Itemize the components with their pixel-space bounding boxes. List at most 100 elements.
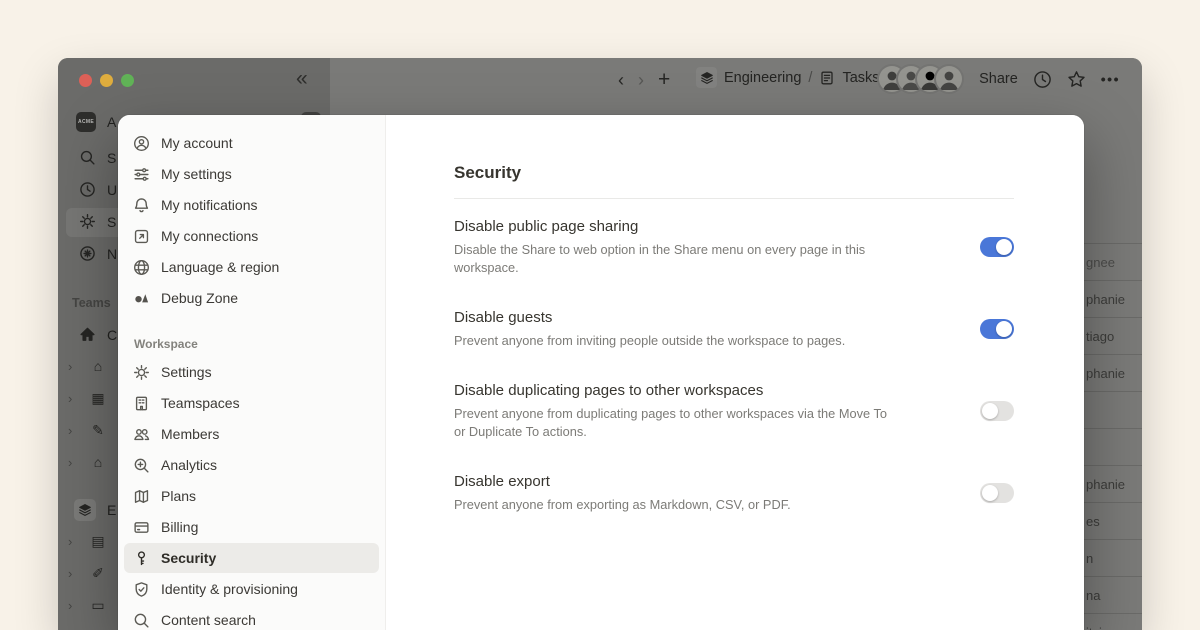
grid-page-icon: ▦ — [89, 390, 107, 407]
settings-item-label: My account — [161, 135, 233, 151]
settings-item-label: Language & region — [161, 259, 279, 275]
breadcrumb-teamspace[interactable]: Engineering — [724, 70, 801, 86]
minimize-window-button[interactable] — [100, 74, 113, 87]
breadcrumb-page[interactable]: Tasks — [842, 70, 879, 86]
sidebar-item-search[interactable]: S — [79, 149, 116, 166]
breadcrumb: Engineering / Tasks — [696, 67, 880, 88]
sidebar-page-item[interactable]: › ⌂ — [68, 454, 107, 470]
settings-item-label: Content search — [161, 612, 256, 628]
table-cell[interactable]: tiago — [1084, 317, 1142, 354]
workspace-switcher[interactable]: ACME A — [76, 112, 116, 132]
sidebar-item-updates[interactable]: U — [79, 181, 117, 198]
building-icon — [133, 395, 150, 412]
settings-item-my-settings[interactable]: My settings — [124, 159, 379, 189]
shield-check-icon — [133, 581, 150, 598]
settings-item-plans[interactable]: Plans — [124, 481, 379, 511]
table-cell[interactable]: phanie — [1084, 465, 1142, 502]
sidebar-item-label: C — [107, 327, 117, 343]
sidebar-page-item[interactable]: › ▤ — [68, 533, 107, 550]
presence-avatars[interactable] — [879, 66, 962, 92]
setting-description: Prevent anyone from duplicating pages to… — [454, 405, 896, 441]
settings-item-debug-zone[interactable]: Debug Zone — [124, 283, 379, 313]
setting-row-disable-export: Disable export Prevent anyone from expor… — [454, 471, 1014, 514]
setting-title: Disable guests — [454, 307, 845, 329]
settings-item-my-connections[interactable]: My connections — [124, 221, 379, 251]
settings-item-identity-provisioning[interactable]: Identity & provisioning — [124, 574, 379, 604]
members-icon — [133, 426, 150, 443]
pencil-page-icon: ✎ — [89, 422, 107, 439]
table-cell[interactable]: phanie — [1084, 354, 1142, 391]
sidebar-page-item[interactable]: › ✐ — [68, 565, 107, 582]
setting-title: Disable duplicating pages to other works… — [454, 380, 896, 402]
settings-item-members[interactable]: Members — [124, 419, 379, 449]
topbar-actions: Share ••• — [879, 66, 1120, 92]
toggle-disable-guests[interactable] — [980, 319, 1014, 339]
sidebar-item-label: E — [107, 502, 116, 518]
settings-item-settings[interactable]: Settings — [124, 357, 379, 387]
settings-item-my-account[interactable]: My account — [124, 128, 379, 158]
settings-item-label: Members — [161, 426, 219, 442]
settings-item-content-search[interactable]: Content search — [124, 605, 379, 630]
sidebar-item-label: N — [107, 246, 117, 262]
chevron-right-icon[interactable]: › — [68, 359, 78, 374]
sidebar-item-engineering[interactable]: E — [74, 499, 116, 521]
settings-item-label: My notifications — [161, 197, 257, 213]
teamspaces-section-label: Teams — [72, 296, 111, 310]
table-header-cell: gnee — [1084, 243, 1142, 280]
search-icon — [133, 612, 150, 629]
settings-item-label: Settings — [161, 364, 212, 380]
toggle-disable-duplicating[interactable] — [980, 401, 1014, 421]
table-cell[interactable]: n — [1084, 539, 1142, 576]
sidebar-page-item[interactable]: › ▭ — [68, 597, 107, 614]
history-nav: ‹ › + — [618, 68, 670, 92]
table-cell[interactable] — [1084, 428, 1142, 465]
table-cell[interactable]: na — [1084, 576, 1142, 613]
toggle-disable-export[interactable] — [980, 483, 1014, 503]
settings-item-label: Teamspaces — [161, 395, 240, 411]
toggle-disable-public-sharing[interactable] — [980, 237, 1014, 257]
settings-item-my-notifications[interactable]: My notifications — [124, 190, 379, 220]
tasks-page-icon — [819, 70, 835, 86]
sidebar-item-home[interactable]: C — [79, 326, 117, 343]
layers-icon — [700, 71, 714, 85]
star-icon[interactable] — [1067, 70, 1086, 89]
sidebar-page-item[interactable]: › ▦ — [68, 390, 107, 407]
search-icon — [79, 149, 96, 166]
toggle-knob — [996, 239, 1012, 255]
chevron-right-icon[interactable]: › — [68, 391, 78, 406]
settings-item-label: Analytics — [161, 457, 217, 473]
sidebar-page-item[interactable]: › ✎ — [68, 422, 107, 439]
settings-item-teamspaces[interactable]: Teamspaces — [124, 388, 379, 418]
clock-icon — [79, 181, 96, 198]
share-button[interactable]: Share — [979, 71, 1018, 87]
sidebar-page-item[interactable]: › ⌂ — [68, 358, 107, 374]
back-icon[interactable]: ‹ — [618, 70, 624, 91]
setting-description: Disable the Share to web option in the S… — [454, 241, 896, 277]
sidebar-collapse-icon[interactable]: « — [296, 67, 308, 91]
chevron-right-icon[interactable]: › — [68, 423, 78, 438]
chevron-right-icon[interactable]: › — [68, 455, 78, 470]
toggle-knob — [982, 485, 998, 501]
table-cell[interactable]: phanie — [1084, 280, 1142, 317]
zoom-window-button[interactable] — [121, 74, 134, 87]
settings-item-billing[interactable]: Billing — [124, 512, 379, 542]
chevron-right-icon[interactable]: › — [68, 534, 78, 549]
forward-icon[interactable]: › — [638, 70, 644, 91]
settings-item-security[interactable]: Security — [124, 543, 379, 573]
table-cell[interactable]: es — [1084, 502, 1142, 539]
settings-item-label: Debug Zone — [161, 290, 238, 306]
clock-icon[interactable] — [1033, 70, 1052, 89]
table-cell[interactable]: itzi — [1084, 613, 1142, 630]
debug-zone-icon — [133, 290, 150, 307]
close-window-button[interactable] — [79, 74, 92, 87]
gear-icon — [79, 213, 96, 230]
chevron-right-icon[interactable]: › — [68, 598, 78, 613]
chevron-right-icon[interactable]: › — [68, 566, 78, 581]
more-options-icon[interactable]: ••• — [1101, 71, 1120, 87]
settings-item-analytics[interactable]: Analytics — [124, 450, 379, 480]
settings-item-language-region[interactable]: Language & region — [124, 252, 379, 282]
table-cell[interactable] — [1084, 391, 1142, 428]
sidebar-item-new[interactable]: N — [79, 245, 117, 262]
sidebar-item-settings[interactable]: S — [79, 213, 116, 230]
new-tab-icon[interactable]: + — [658, 68, 670, 92]
